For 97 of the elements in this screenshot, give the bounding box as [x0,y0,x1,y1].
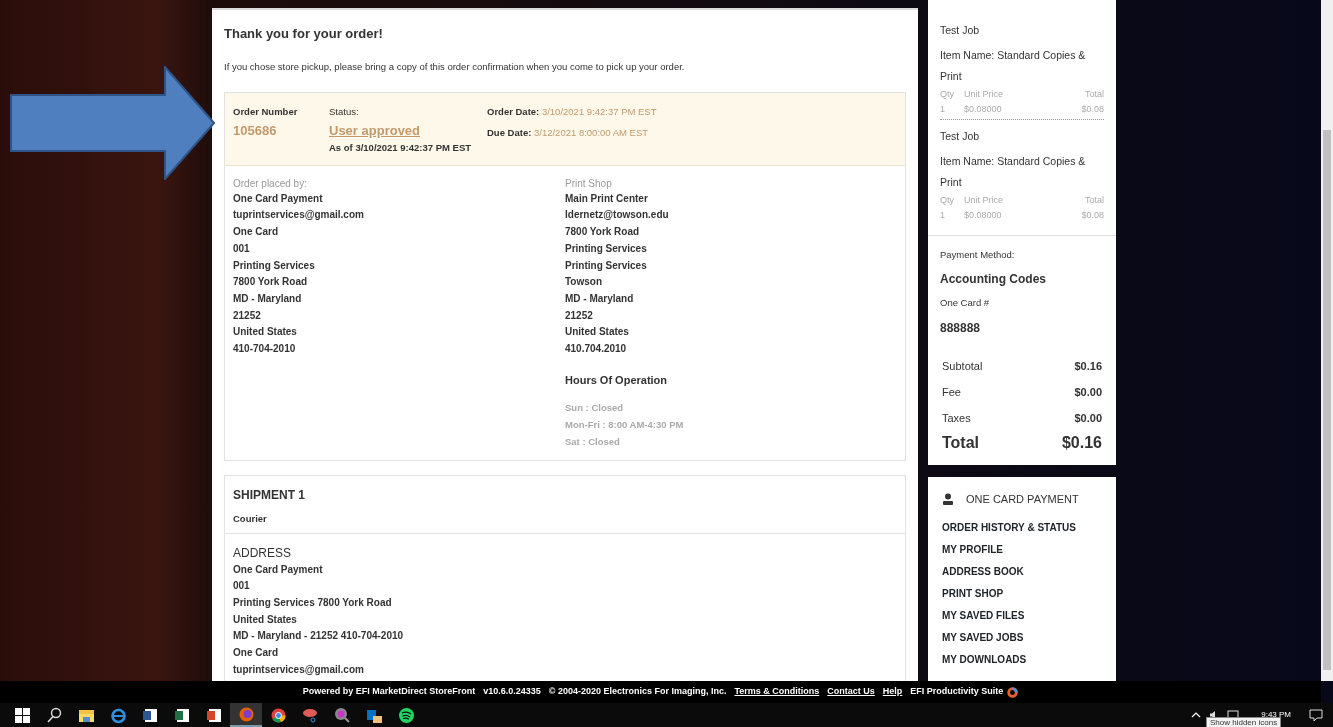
card-label: One Card # [940,296,991,311]
total-value: $0.00 [1074,384,1102,400]
due-date-label: Due Date: [487,127,532,138]
page-title: Thank you for your order! [224,25,384,43]
table-cell-text: $0.08 [1081,209,1104,222]
address-line: 7800 York Road [233,275,309,290]
table-cell-text: 1 [940,103,946,116]
table-cell-text: $0.08 [1081,103,1104,116]
address-line: MD - Maryland - 21252 410-704-2010 [233,629,405,644]
address-line: One Card Payment [233,191,324,206]
address-line: MD - Maryland [233,291,303,306]
order-date-value: 3/10/2021 9:42:37 PM EST [541,105,657,117]
suite-text: EFI Productivity Suite [910,685,1004,699]
column-header: Qty [940,88,955,101]
grand-total-value: $0.16 [1061,432,1102,453]
table-cell-text: $0.08000 [964,209,1002,222]
status-timestamp: As of 3/10/2021 9:42:37 PM EST [329,140,473,155]
address-line: One Card [233,225,279,240]
footer-link[interactable]: Contact Us [827,685,875,699]
grand-total-label: Total [942,432,980,453]
address-line: United States [233,325,298,340]
due-date-value: 3/12/2021 8:00:00 AM EST [534,127,649,138]
menu-link[interactable]: MY SAVED JOBS [942,627,1102,649]
column-header: Total [1085,194,1104,207]
menu-link[interactable]: MY DOWNLOADS [942,649,1102,671]
shipping-method: Courier [233,512,268,527]
account-name: ONE CARD PAYMENT [966,491,1079,507]
status-label: Status: [329,104,360,119]
address-line: 001 [233,241,251,256]
order-number-label: Order Number [233,104,299,119]
address-line: 21252 [565,308,594,323]
column-header: Qty [940,194,955,207]
address-line: One Card Payment [233,562,324,577]
footer-link[interactable]: Terms & Conditions [734,685,820,699]
menu-link[interactable]: MY SAVED FILES [942,605,1102,627]
monitor-icon[interactable] [1227,710,1240,720]
column-header: Total [1085,88,1104,101]
shipment-title: SHIPMENT 1 [233,487,306,505]
table-cell-text: 1 [940,209,946,222]
hours-line: Sun : Closed [565,401,625,416]
hours-line: Sat : Closed [565,434,621,449]
card-number: 888888 [940,319,982,337]
menu-link[interactable]: ADDRESS BOOK [942,561,1102,583]
total-label: Subtotal [942,358,983,374]
item-name: Item Name: Standard Copies & Print [940,154,1087,190]
powered-by-text: Powered by EFI MarketDirect StoreFront [302,685,476,699]
address-line: One Card [233,646,279,661]
address-line: 001 [233,579,251,594]
column-header: Unit Price [964,88,1003,101]
address-line: 410.704.2010 [565,342,628,357]
address-title: ADDRESS [233,544,292,562]
address-label: Order placed by: [233,176,308,191]
menu-link[interactable]: ORDER HISTORY & STATUS [942,517,1102,539]
address-line: tuprintservices@gmail.com [233,662,365,677]
address-line: Towson [565,275,604,290]
address-line: United States [233,612,298,627]
address-line: Printing Services 7800 York Road [233,596,393,611]
total-value: $0.00 [1074,410,1102,426]
total-label: Fee [942,384,961,400]
column-header: Unit Price [964,194,1003,207]
address-line: 21252 [233,308,262,323]
table-cell-text: $0.08000 [964,103,1002,116]
confirmation-note: If you chose store pickup, please bring a copy of this order confirmation when you come to pick up your order. [224,59,686,74]
item-name: Item Name: Standard Copies & Print [940,48,1087,84]
address-line: 7800 York Road [565,225,641,240]
scrollbar[interactable] [1321,0,1333,681]
job-name: Test Job [940,129,981,144]
address-line: Printing Services [233,258,316,273]
address-line: United States [565,325,630,340]
hours-title: Hours Of Operation [565,372,669,388]
address-line: 410-704-2010 [233,342,297,357]
order-number: 105686 [233,122,278,140]
order-date-label: Order Date: [487,105,540,117]
payment-label: Payment Method: [940,248,1016,262]
payment-method: Accounting Codes [940,271,1047,289]
total-value: $0.16 [1074,358,1102,374]
version-text: v10.6.0.24335 [483,685,541,699]
job-name: Test Job [940,23,981,38]
ring-logo-icon [1007,686,1019,698]
total-label: Taxes [942,410,971,426]
address-line: ldernetz@towson.edu [565,208,670,223]
tooltip: Show hidden icons [1206,717,1282,727]
address-line: MD - Maryland [565,291,635,306]
copyright-text: © 2004-2020 Electronics For Imaging, Inc. [548,685,727,699]
footer-link[interactable]: Help [882,685,903,699]
menu-link[interactable]: MY PROFILE [942,539,1102,561]
address-line: Printing Services [565,258,648,273]
hours-line: Mon-Fri : 8:00 AM-4:30 PM [565,418,685,432]
person-icon [942,492,954,505]
address-label: Print Shop [565,176,613,191]
scrollbar-thumb[interactable] [1323,130,1331,670]
menu-link[interactable]: PRINT SHOP [942,583,1102,605]
address-line: Printing Services [565,241,648,256]
address-line: Main Print Center [565,191,649,206]
chevron-up-icon[interactable] [1191,711,1202,719]
address-line: tuprintservices@gmail.com [233,208,365,223]
notification-icon[interactable] [1309,708,1323,722]
